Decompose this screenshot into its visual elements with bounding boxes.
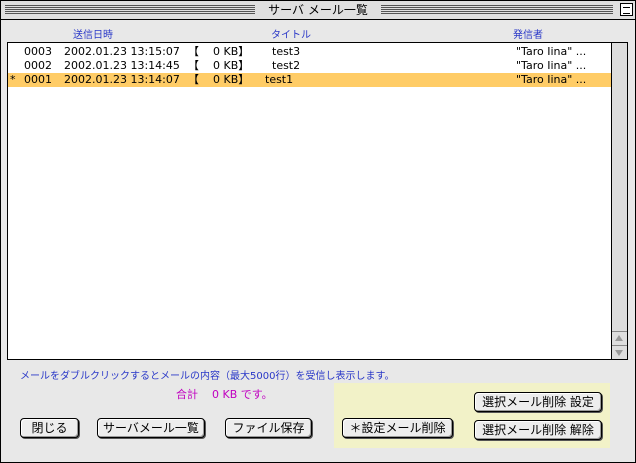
mail-row-0003[interactable]: 0003 2002.01.23 13:15:07 【 0 KB】 test3 "… bbox=[8, 45, 611, 59]
save-file-button[interactable]: ファイル保存 bbox=[225, 418, 312, 438]
vertical-scrollbar[interactable] bbox=[611, 43, 627, 359]
row-title: test2 bbox=[272, 59, 301, 72]
title-bar[interactable]: サーバ メール一覧 bbox=[1, 1, 635, 20]
mark-delete-set-button[interactable]: 選択メール削除 設定 bbox=[474, 392, 602, 412]
row-size: 【 0 KB】 bbox=[188, 73, 250, 86]
row-size: 【 0 KB】 bbox=[188, 59, 250, 72]
row-title: test3 bbox=[272, 45, 301, 58]
mail-row-0001[interactable]: * 0001 2002.01.23 13:14:07 【 0 KB】 test1… bbox=[8, 73, 611, 87]
list-header: 送信日時 タイトル 発信者 bbox=[1, 20, 635, 42]
column-header-sender[interactable]: 発信者 bbox=[513, 26, 543, 41]
column-header-title[interactable]: タイトル bbox=[271, 26, 311, 41]
row-number: 0003 bbox=[24, 45, 52, 58]
column-header-date[interactable]: 送信日時 bbox=[73, 26, 113, 41]
row-sender: "Taro Iina" ... bbox=[516, 73, 587, 86]
window-title: サーバ メール一覧 bbox=[259, 2, 377, 18]
row-number: 0001 bbox=[24, 73, 52, 86]
mark-delete-clear-button[interactable]: 選択メール削除 解除 bbox=[474, 420, 602, 440]
row-date: 2002.01.23 13:14:07 bbox=[64, 73, 180, 86]
row-date: 2002.01.23 13:15:07 bbox=[64, 45, 180, 58]
server-mail-list-button[interactable]: サーバメール一覧 bbox=[97, 418, 205, 438]
double-click-hint: メールをダブルクリックするとメールの内容（最大5000行）を受信し表示します。 bbox=[20, 371, 395, 382]
row-mark: * bbox=[10, 73, 16, 86]
total-size: 合計 0 KB です。 bbox=[176, 388, 273, 401]
row-sender: "Taro Iina" ... bbox=[516, 45, 587, 58]
row-size: 【 0 KB】 bbox=[188, 45, 250, 58]
mail-row-0002[interactable]: 0002 2002.01.23 13:14:45 【 0 KB】 test2 "… bbox=[8, 59, 611, 73]
title-bar-stripes-left bbox=[5, 5, 255, 14]
title-bar-stripes-right bbox=[381, 5, 613, 14]
row-sender: "Taro Iina" ... bbox=[516, 59, 587, 72]
row-number: 0002 bbox=[24, 59, 52, 72]
row-title: test1 bbox=[265, 73, 294, 86]
mail-list-window: サーバ メール一覧 送信日時 タイトル 発信者 0003 2002.01.23 … bbox=[0, 0, 636, 463]
scroll-down-arrow-icon[interactable] bbox=[612, 345, 627, 359]
delete-marked-mail-button[interactable]: ＊設定メール削除 bbox=[342, 418, 453, 438]
zoom-box-icon[interactable] bbox=[620, 3, 633, 16]
close-button[interactable]: 閉じる bbox=[20, 418, 79, 438]
scroll-up-arrow-icon[interactable] bbox=[612, 331, 627, 345]
row-date: 2002.01.23 13:14:45 bbox=[64, 59, 180, 72]
mail-list[interactable]: 0003 2002.01.23 13:15:07 【 0 KB】 test3 "… bbox=[7, 42, 628, 360]
